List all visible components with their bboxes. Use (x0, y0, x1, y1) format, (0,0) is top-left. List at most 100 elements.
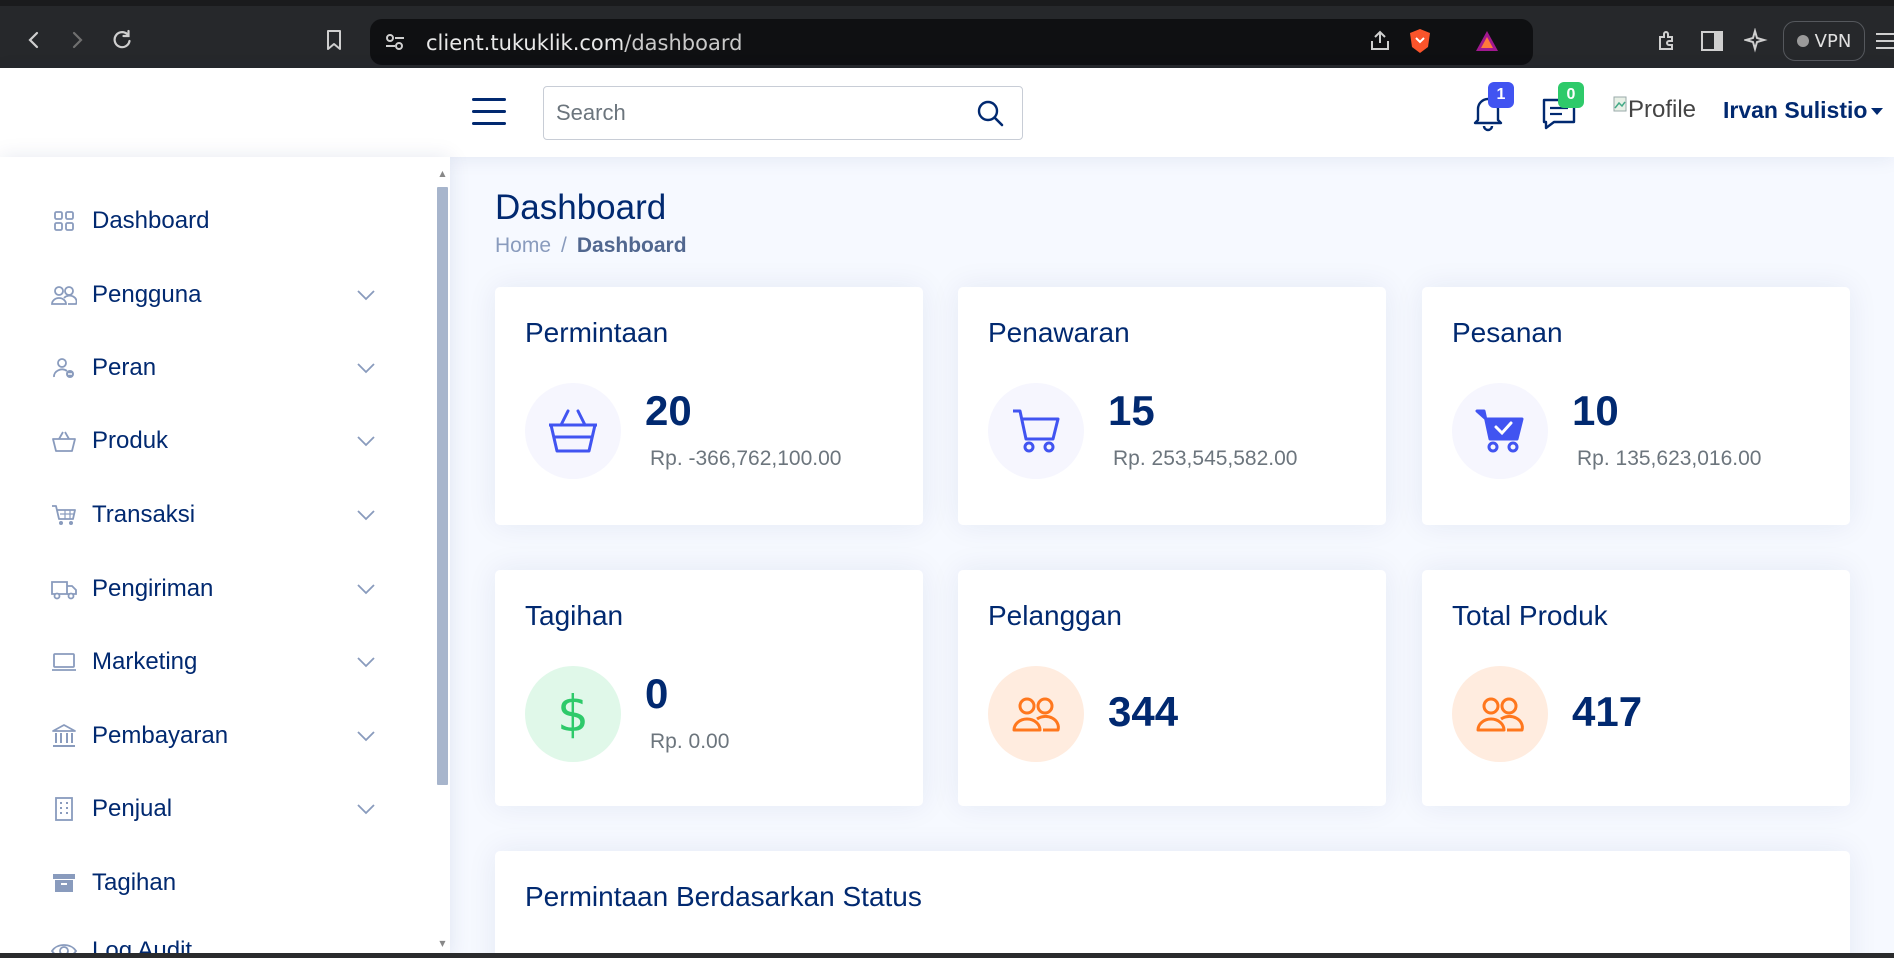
vpn-button[interactable]: VPN (1783, 21, 1865, 61)
sidebar-item-penjual[interactable]: Penjual (50, 787, 390, 831)
card-tagihan: Tagihan $ 0 Rp. 0.00 (495, 570, 923, 806)
profile-image-alt-text: Profile (1628, 96, 1697, 123)
basket-icon (525, 383, 621, 479)
hamburger-menu-icon[interactable] (472, 98, 506, 126)
brave-rewards-icon[interactable] (1474, 29, 1500, 57)
chevron-down-icon (356, 579, 376, 599)
card-title: Total Produk (1452, 600, 1608, 631)
card-pesanan: Pesanan 10 Rp. 135,623,016.00 (1422, 287, 1850, 525)
grid-icon (50, 207, 78, 235)
sidebar-item-label: Marketing (92, 648, 198, 675)
sidebar-item-label: Pembayaran (92, 722, 229, 749)
broken-image-icon (1613, 96, 1627, 112)
card-value: 417 (1572, 688, 1643, 735)
sidebar-item-label: Transaksi (92, 501, 196, 528)
card-subvalue: Rp. 0.00 (650, 730, 730, 753)
sidebar-item-label: Produk (92, 427, 169, 454)
cart-icon (988, 383, 1084, 479)
card-value: 20 (645, 387, 692, 434)
cart-icon (50, 501, 78, 529)
sidebar-toggle-icon[interactable] (1700, 30, 1724, 56)
sidebar-item-dashboard[interactable]: Dashboard (50, 199, 390, 243)
archive-icon (50, 869, 78, 897)
search-input[interactable] (556, 97, 956, 129)
sidebar-item-label: Tagihan (92, 869, 177, 896)
laptop-icon (50, 648, 78, 676)
basket-icon (50, 427, 78, 455)
back-icon[interactable] (20, 26, 48, 54)
app-header: 1 0 Profile Irvan Sulistio (0, 68, 1894, 157)
sidebar-item-pembayaran[interactable]: Pembayaran (50, 714, 390, 758)
section-title: Permintaan Berdasarkan Status (525, 881, 922, 912)
sidebar-item-pengguna[interactable]: Pengguna (50, 273, 390, 317)
avatar[interactable]: Profile (1613, 96, 1696, 124)
sidebar-item-pengiriman[interactable]: Pengiriman (50, 567, 390, 611)
messages-badge: 0 (1558, 82, 1584, 108)
card-subvalue: Rp. 253,545,582.00 (1113, 447, 1298, 470)
card-value: 0 (645, 670, 669, 717)
bookmark-icon[interactable] (320, 26, 348, 54)
sidebar-item-produk[interactable]: Produk (50, 419, 390, 463)
share-icon[interactable] (1368, 29, 1392, 57)
notifications-badge: 1 (1488, 82, 1514, 108)
people-icon (1452, 666, 1548, 762)
person-role-icon (50, 354, 78, 382)
chevron-down-icon (356, 285, 376, 305)
chevron-down-icon (356, 358, 376, 378)
truck-icon (50, 575, 78, 603)
messages-chat-icon[interactable]: 0 (1540, 82, 1584, 132)
card-title: Penawaran (988, 317, 1130, 348)
browser-toolbar: client.tukuklik.com/dashboard VPN (0, 0, 1894, 68)
search-form (543, 86, 1023, 140)
scroll-down-arrow-icon[interactable]: ▼ (437, 939, 448, 949)
chevron-down-icon (356, 431, 376, 451)
url-text: client.tukuklik.com/dashboard (426, 31, 742, 55)
vpn-status-dot (1796, 35, 1809, 47)
card-subvalue: Rp. 135,623,016.00 (1577, 447, 1762, 470)
sidebar-item-peran[interactable]: Peran (50, 346, 390, 390)
chevron-down-icon (356, 799, 376, 819)
menu-icon[interactable] (1874, 30, 1894, 56)
notifications-bell-icon[interactable]: 1 (1470, 82, 1514, 132)
sidebar-item-label: Peran (92, 354, 157, 381)
breadcrumb: Home / Dashboard (495, 234, 687, 258)
card-subvalue: Rp. -366,762,100.00 (650, 447, 842, 470)
breadcrumb-home[interactable]: Home (495, 234, 551, 257)
search-icon[interactable] (976, 99, 1006, 129)
profile-dropdown-toggle[interactable]: Irvan Sulistio (1723, 97, 1884, 124)
sidebar-item-marketing[interactable]: Marketing (50, 640, 390, 684)
cart-check-icon (1452, 383, 1548, 479)
chevron-down-icon (356, 652, 376, 672)
breadcrumb-separator: / (561, 234, 567, 257)
card-value: 10 (1572, 387, 1619, 434)
card-permintaan-status: Permintaan Berdasarkan Status (495, 851, 1850, 958)
sidebar: Dashboard Pengguna Peran Produk Transaks… (0, 157, 450, 958)
card-title: Tagihan (525, 600, 624, 631)
profile-name-label: Irvan Sulistio (1723, 97, 1868, 123)
leo-ai-icon[interactable] (1742, 27, 1770, 58)
sidebar-scrollbar[interactable]: ▲ ▼ (435, 169, 448, 949)
card-title: Pesanan (1452, 317, 1563, 348)
people-icon (988, 666, 1084, 762)
card-penawaran: Penawaran 15 Rp. 253,545,582.00 (958, 287, 1386, 525)
scrollbar-thumb[interactable] (437, 187, 448, 785)
sidebar-item-transaksi[interactable]: Transaksi (50, 493, 390, 537)
card-title: Pelanggan (988, 600, 1122, 631)
bank-icon (50, 722, 78, 750)
address-bar[interactable]: client.tukuklik.com/dashboard (370, 19, 1533, 65)
chevron-down-icon (356, 726, 376, 746)
sidebar-item-label: Dashboard (92, 207, 210, 234)
card-total-produk: Total Produk 417 (1422, 570, 1850, 806)
dollar-icon: $ (525, 666, 621, 762)
brave-shield-icon[interactable] (1407, 27, 1433, 59)
site-settings-icon[interactable] (384, 32, 406, 56)
url-path: /dashboard (624, 31, 743, 55)
url-host: client.tukuklik.com (426, 31, 625, 55)
scroll-up-arrow-icon[interactable]: ▲ (437, 169, 448, 179)
sidebar-item-tagihan[interactable]: Tagihan (50, 861, 390, 905)
reload-icon[interactable] (108, 26, 136, 54)
forward-icon[interactable] (63, 26, 91, 54)
extensions-icon[interactable] (1654, 29, 1678, 57)
caret-down-icon (1871, 108, 1884, 116)
sidebar-item-label: Penjual (92, 795, 173, 822)
